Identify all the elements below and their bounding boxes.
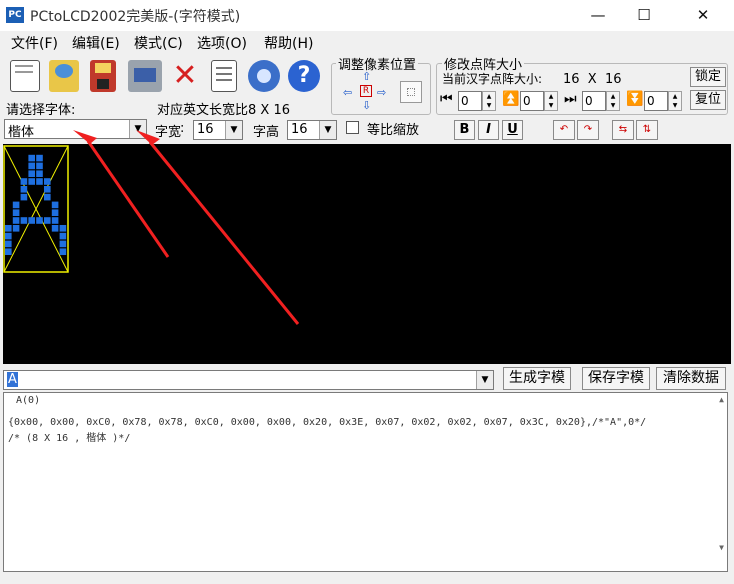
clear-button[interactable]: 清除数据	[656, 367, 726, 390]
arrow-line	[148, 141, 300, 325]
char-input[interactable]: A ▼	[3, 370, 494, 390]
chevron-down-icon[interactable]: ▼	[476, 371, 493, 389]
output-line: A(0)	[10, 395, 41, 406]
generate-button[interactable]: 生成字模	[503, 367, 571, 390]
output-line: /* (8 X 16 , 楷体 )*/	[8, 433, 131, 444]
arrow-head	[136, 130, 160, 145]
save-button[interactable]: 保存字模	[582, 367, 650, 390]
arrow-head	[73, 130, 97, 144]
scroll-down-icon[interactable]: ▼	[719, 543, 724, 552]
output-editor[interactable]: A(0) {0x00, 0x00, 0xC0, 0x78, 0x78, 0xC0…	[3, 392, 728, 572]
arrow-line	[86, 140, 170, 258]
char-input-value: A	[7, 372, 18, 387]
scroll-up-icon[interactable]: ▲	[719, 395, 724, 404]
output-line: {0x00, 0x00, 0xC0, 0x78, 0x78, 0xC0, 0x0…	[8, 417, 647, 428]
